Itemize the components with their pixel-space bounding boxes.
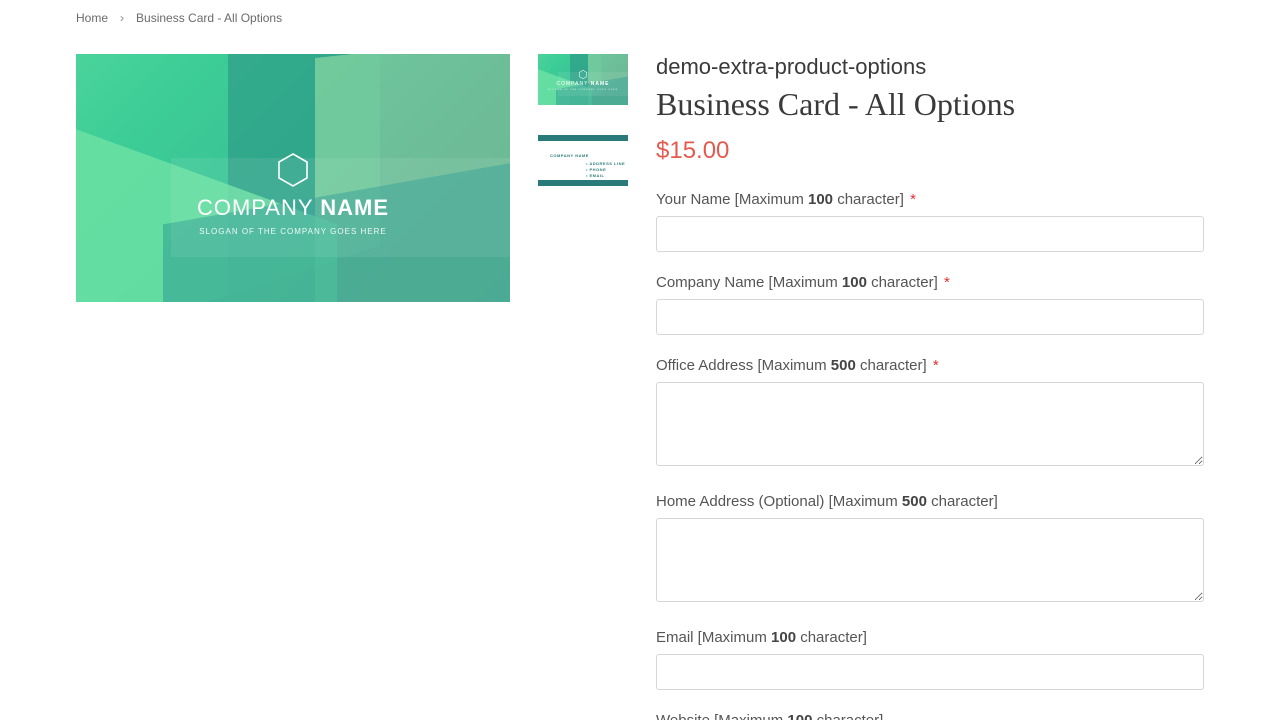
textarea-home-address[interactable] (656, 518, 1204, 602)
input-company-name[interactable] (656, 299, 1204, 335)
breadcrumb-current: Business Card - All Options (136, 11, 282, 25)
field-email: Email [Maximum 100 character] (656, 629, 1204, 690)
chevron-right-icon: › (120, 11, 124, 25)
input-email[interactable] (656, 654, 1204, 690)
thumbnail-front[interactable]: COMPANY NAME SLOGAN OF THE COMPANY GOES … (538, 54, 628, 105)
card-company-second: NAME (320, 195, 389, 220)
required-marker: * (910, 191, 916, 208)
product-main-image[interactable]: COMPANY NAME SLOGAN OF THE COMPANY GOES … (76, 54, 510, 302)
label-email: Email [Maximum 100 character] (656, 629, 1204, 646)
label-your-name: Your Name [Maximum 100 character] * (656, 191, 1204, 208)
product-vendor: demo-extra-product-options (656, 54, 1204, 80)
label-website: Website [Maximum 100 character] (656, 712, 1204, 720)
breadcrumb: Home › Business Card - All Options (76, 8, 1204, 28)
breadcrumb-home-link[interactable]: Home (76, 11, 108, 25)
field-home-address: Home Address (Optional) [Maximum 500 cha… (656, 493, 1204, 607)
required-marker: * (933, 357, 939, 374)
card-company-first: COMPANY (197, 195, 313, 220)
thumbnail-back[interactable]: COMPANY NAME • ADDRESS LINE • PHONE • EM… (538, 135, 628, 186)
card-slogan: SLOGAN OF THE COMPANY GOES HERE (76, 227, 510, 236)
field-your-name: Your Name [Maximum 100 character] * (656, 191, 1204, 252)
label-home-address: Home Address (Optional) [Maximum 500 cha… (656, 493, 1204, 510)
field-company-name: Company Name [Maximum 100 character] * (656, 274, 1204, 335)
product-title: Business Card - All Options (656, 86, 1204, 123)
product-details: demo-extra-product-options Business Card… (656, 54, 1204, 720)
product-price: $15.00 (656, 137, 1204, 165)
card-logo-block: COMPANY NAME SLOGAN OF THE COMPANY GOES … (76, 153, 510, 236)
product-thumbnails: COMPANY NAME SLOGAN OF THE COMPANY GOES … (538, 54, 628, 720)
input-your-name[interactable] (656, 216, 1204, 252)
label-office-address: Office Address [Maximum 500 character] * (656, 357, 1204, 374)
field-office-address: Office Address [Maximum 500 character] * (656, 357, 1204, 471)
required-marker: * (944, 274, 950, 291)
field-website: Website [Maximum 100 character] (656, 712, 1204, 720)
label-company-name: Company Name [Maximum 100 character] * (656, 274, 1204, 291)
hexagon-icon (278, 153, 308, 187)
product-gallery: COMPANY NAME SLOGAN OF THE COMPANY GOES … (76, 54, 510, 720)
textarea-office-address[interactable] (656, 382, 1204, 466)
